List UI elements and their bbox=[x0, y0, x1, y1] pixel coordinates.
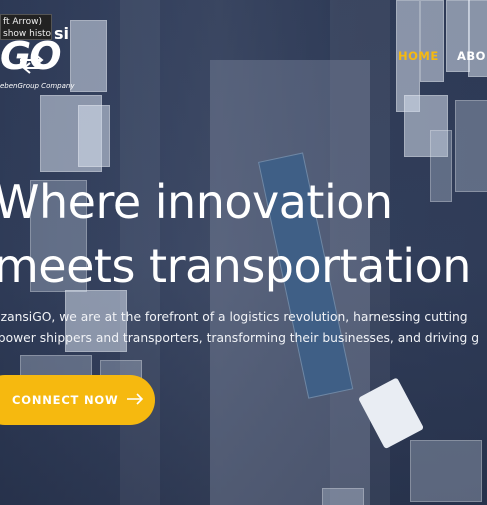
logo-subtitle: ebenGroup Company bbox=[0, 82, 75, 90]
hero-headline: Where innovation meets transportation bbox=[0, 170, 471, 298]
connect-now-button[interactable]: CONNECT NOW bbox=[0, 375, 155, 425]
nav-about-link[interactable]: ABOU bbox=[457, 49, 487, 63]
browser-tooltip: ft Arrow) show history bbox=[0, 14, 52, 40]
headline-line-1: Where innovation bbox=[0, 175, 393, 229]
arrow-right-icon bbox=[126, 392, 144, 408]
connect-now-label: CONNECT NOW bbox=[12, 393, 119, 407]
logo-mark-top: si bbox=[54, 24, 70, 43]
subtext-line-2: npower shippers and transporters, transf… bbox=[0, 331, 480, 345]
hero-subtext: MzansiGO, we are at the forefront of a l… bbox=[0, 307, 479, 349]
subtext-line-1: MzansiGO, we are at the forefront of a l… bbox=[0, 310, 468, 324]
headline-line-2: meets transportation bbox=[0, 239, 471, 293]
nav-home-link[interactable]: HOME bbox=[398, 49, 439, 63]
tooltip-line-2: show history bbox=[3, 29, 52, 39]
logo-arrows-icon bbox=[20, 54, 46, 74]
tooltip-line-1: ft Arrow) bbox=[3, 17, 42, 27]
